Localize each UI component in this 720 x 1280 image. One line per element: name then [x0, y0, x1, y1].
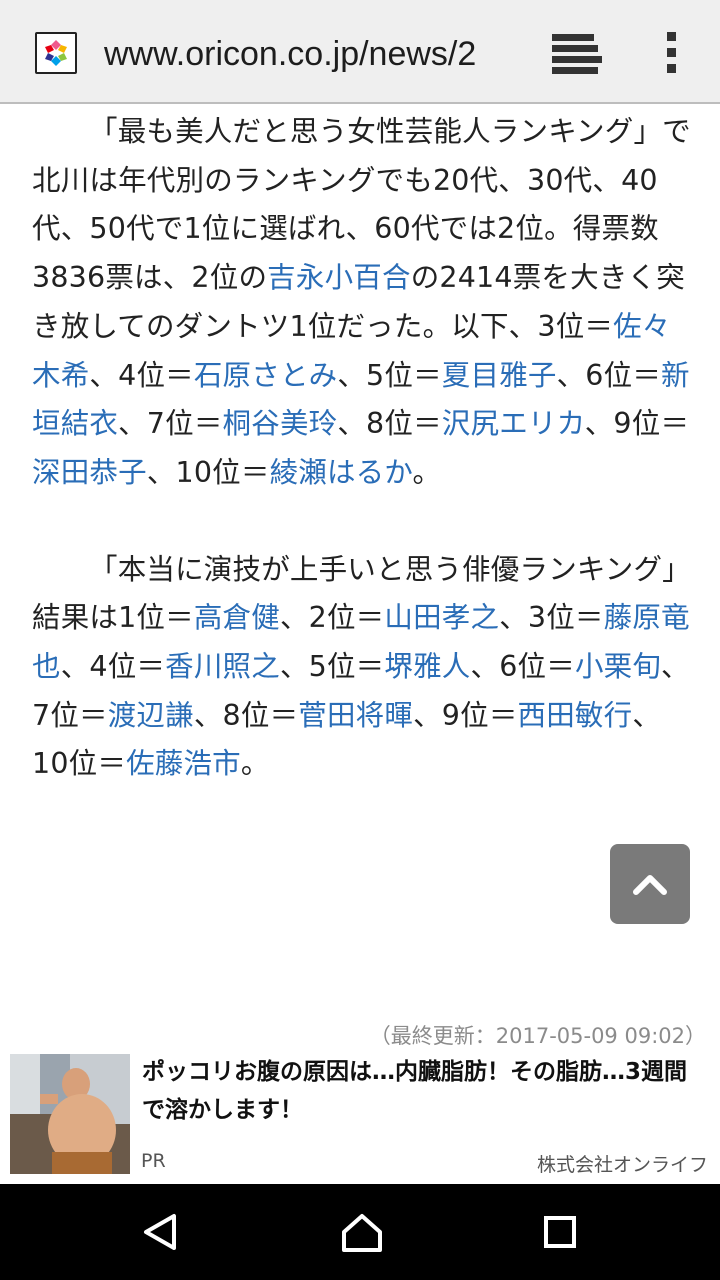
browser-toolbar: www.oricon.co.jp/news/2 — [0, 0, 720, 104]
article-paragraph-acting-ranking: 「本当に演技が上手いと思う俳優ランキング」結果は1位＝高倉健、2位＝山田孝之、3… — [32, 546, 692, 790]
back-to-top-button[interactable] — [610, 844, 690, 924]
nav-recent-apps-button[interactable] — [500, 1184, 620, 1280]
last-updated: （最終更新：2017-05-09 09:02） — [369, 1024, 706, 1048]
person-link[interactable]: 深田恭子 — [32, 456, 147, 489]
tabs-icon[interactable] — [548, 30, 604, 76]
ad-pr-label: PR — [141, 1150, 166, 1172]
chevron-up-icon — [633, 875, 667, 895]
person-link[interactable]: 綾瀬はるか — [270, 456, 413, 489]
article-text: 、2位＝ — [279, 601, 385, 635]
person-link[interactable]: 夏目雅子 — [442, 359, 557, 392]
article-text: 、8位＝ — [193, 698, 299, 732]
person-link[interactable]: 石原さとみ — [194, 359, 338, 392]
nav-home-button[interactable] — [300, 1184, 420, 1280]
article-text: 、9位＝ — [584, 407, 690, 441]
article-text: 、7位＝ — [118, 407, 223, 441]
nav-back-button[interactable] — [100, 1184, 220, 1280]
person-link[interactable]: 西田敏行 — [518, 699, 633, 732]
article-paragraph-beauty-ranking: 「最も美人だと思う女性芸能人ランキング」で北川は年代別のランキングでも20代、3… — [32, 108, 692, 498]
article-text: 、9位＝ — [413, 698, 518, 732]
article-text: 、4位＝ — [89, 358, 194, 392]
home-icon — [342, 1214, 382, 1252]
overflow-menu-icon[interactable] — [660, 28, 684, 78]
person-link[interactable]: 吉永小百合 — [267, 261, 411, 294]
article-text: 、6位＝ — [470, 650, 575, 684]
back-triangle-icon — [144, 1214, 176, 1250]
person-link[interactable]: 渡辺謙 — [108, 699, 194, 732]
article-text: 、5位＝ — [337, 358, 442, 392]
person-link[interactable]: 沢尻エリカ — [442, 407, 585, 440]
person-link[interactable]: 高倉健 — [194, 601, 280, 634]
person-link[interactable]: 堺雅人 — [384, 650, 470, 683]
person-link[interactable]: 香川照之 — [165, 650, 280, 683]
ad-sponsor: 株式会社オンライフ — [536, 1154, 708, 1176]
ad-title-link[interactable]: ポッコリお腹の原因は…内臓脂肪！その脂肪…3週間で溶かします！ — [142, 1053, 702, 1129]
article-body: 「最も美人だと思う女性芸能人ランキング」で北川は年代別のランキングでも20代、3… — [32, 108, 692, 789]
article-text: 、10位＝ — [146, 455, 270, 489]
system-navigation-bar — [0, 1184, 720, 1280]
person-link[interactable]: 桐谷美玲 — [223, 407, 338, 440]
person-link[interactable]: 菅田将暉 — [298, 699, 413, 732]
person-link[interactable]: 小栗旬 — [575, 650, 661, 683]
person-link[interactable]: 佐藤浩市 — [126, 747, 241, 780]
article-text: 、6位＝ — [556, 358, 662, 392]
url-bar[interactable]: www.oricon.co.jp/news/2 — [104, 32, 514, 76]
article-text: 、4位＝ — [60, 650, 166, 684]
ad-thumbnail-image[interactable] — [10, 1054, 130, 1174]
article-text: 、5位＝ — [279, 650, 385, 684]
article-text: 、8位＝ — [337, 407, 442, 441]
article-text: 。 — [412, 455, 442, 489]
oricon-favicon-icon[interactable] — [35, 32, 77, 74]
recent-apps-icon — [544, 1216, 576, 1248]
person-link[interactable]: 山田孝之 — [384, 601, 499, 634]
article-text: 、3位＝ — [499, 601, 604, 635]
article-text: 。 — [240, 747, 270, 781]
